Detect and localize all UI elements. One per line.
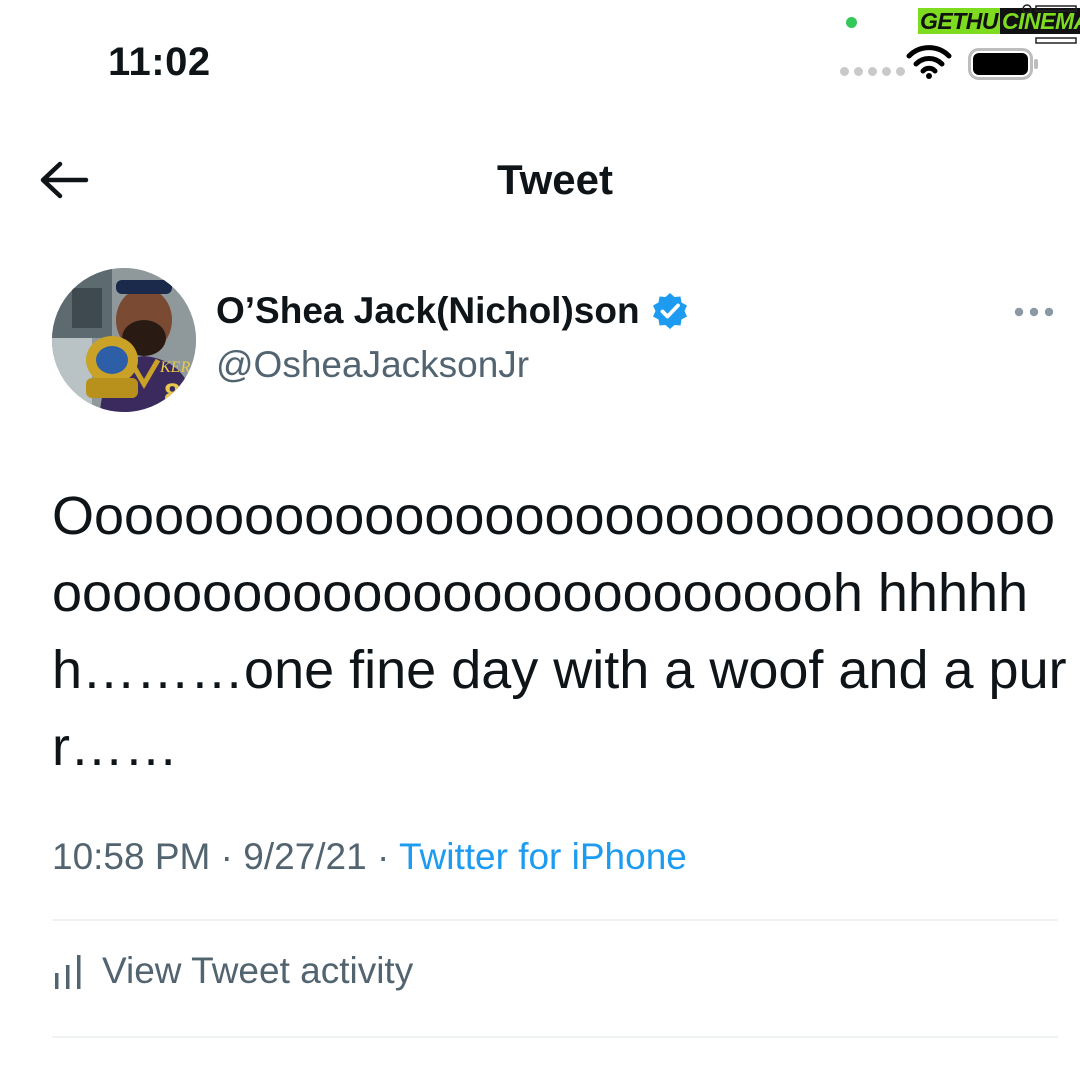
battery-icon [968, 48, 1038, 80]
more-icon[interactable] [1012, 302, 1056, 322]
meta-separator: · [220, 836, 233, 877]
meta-separator: · [377, 836, 390, 877]
svg-text:8: 8 [164, 378, 181, 411]
wifi-icon [906, 45, 952, 79]
watermark-logo: GETHUCINEMA [918, 8, 1080, 35]
svg-text:KERS: KERS [159, 359, 196, 376]
avatar-image: KERS 8 [52, 268, 196, 412]
view-tweet-activity-label: View Tweet activity [102, 950, 414, 991]
tweet-time[interactable]: 10:58 PM [52, 836, 210, 877]
author-display-name[interactable]: O’Shea Jack(Nichol)son [216, 290, 640, 332]
watermark-part-2: CINEMA [1000, 8, 1080, 34]
privacy-indicator-dot [846, 17, 857, 28]
verified-badge-icon [652, 293, 687, 329]
tweet-text: Oooooooooooooooooooooooooooooooooooooooo… [52, 486, 1067, 777]
cellular-signal-icon [840, 67, 905, 76]
author-handle[interactable]: @OsheaJacksonJr [216, 344, 529, 386]
status-time: 11:02 [108, 40, 211, 84]
page-title: Tweet [497, 156, 613, 203]
tweet-source-link[interactable]: Twitter for iPhone [399, 836, 687, 877]
bar-chart-icon [55, 955, 81, 989]
tweet-date[interactable]: 9/27/21 [243, 836, 366, 877]
divider [52, 919, 1058, 921]
watermark-part-1: GETHU [918, 8, 1000, 34]
tweet-meta: 10:58 PM · 9/27/21 · Twitter for iPhone [52, 836, 687, 878]
author-name[interactable]: O’Shea Jack(Nichol)son [216, 290, 690, 332]
avatar[interactable]: KERS 8 [52, 268, 196, 412]
view-tweet-activity-button[interactable]: View Tweet activity [52, 950, 413, 992]
divider [52, 1036, 1058, 1038]
